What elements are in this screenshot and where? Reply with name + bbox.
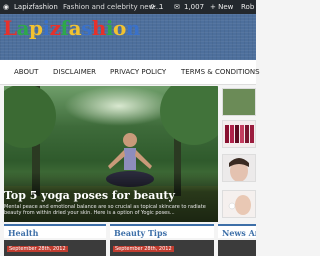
nav-item-privacy-policy[interactable]: Privacy Policy	[110, 60, 166, 84]
user-menu[interactable]: Rob	[241, 0, 254, 14]
comments-icon[interactable]: ✉	[174, 0, 180, 14]
nav-item-about[interactable]: About	[14, 60, 38, 84]
site-tagline[interactable]: Fashion and celebrity new...	[63, 0, 160, 14]
slider-thumb-4[interactable]	[222, 190, 256, 218]
slider-thumb-1[interactable]	[222, 88, 256, 116]
admin-bar: ◉ Lapizfashion Fashion and celebrity new…	[0, 0, 256, 14]
health-post-date: September 28th, 2012	[7, 246, 68, 252]
section-title-news[interactable]: News And	[218, 224, 256, 238]
lipstick-thumb-image	[223, 121, 255, 147]
new-button[interactable]: + New	[210, 0, 233, 14]
featured-excerpt: Mental peace and emotional balance are s…	[4, 204, 206, 216]
nav-item-disclaimer[interactable]: Disclaimer	[53, 60, 96, 84]
updates-icon[interactable]: ⟳	[150, 0, 156, 14]
main-nav: About Disclaimer Privacy Policy Terms & …	[0, 60, 260, 85]
featured-title[interactable]: Top 5 yoga poses for beauty	[4, 189, 175, 202]
slider-thumb-2[interactable]	[222, 120, 256, 148]
slider-thumb-3[interactable]	[222, 154, 256, 182]
news-post-card[interactable]	[218, 240, 256, 256]
site-name-link[interactable]: Lapizfashion	[14, 0, 58, 14]
skincare-thumb-image	[223, 191, 255, 217]
site-logo[interactable]: Lapizfashion	[3, 16, 140, 40]
section-title-beauty-tips[interactable]: Beauty Tips	[110, 224, 214, 238]
comments-count[interactable]: 1,007	[184, 0, 204, 14]
face-thumb-image	[223, 155, 255, 181]
beauty-post-date: September 28th, 2012	[113, 246, 174, 252]
nav-item-terms[interactable]: Terms & Conditions	[181, 60, 260, 84]
updates-count[interactable]: 1	[159, 0, 163, 14]
section-title-health[interactable]: Health	[4, 224, 106, 238]
wordpress-icon[interactable]: ◉	[3, 0, 9, 14]
